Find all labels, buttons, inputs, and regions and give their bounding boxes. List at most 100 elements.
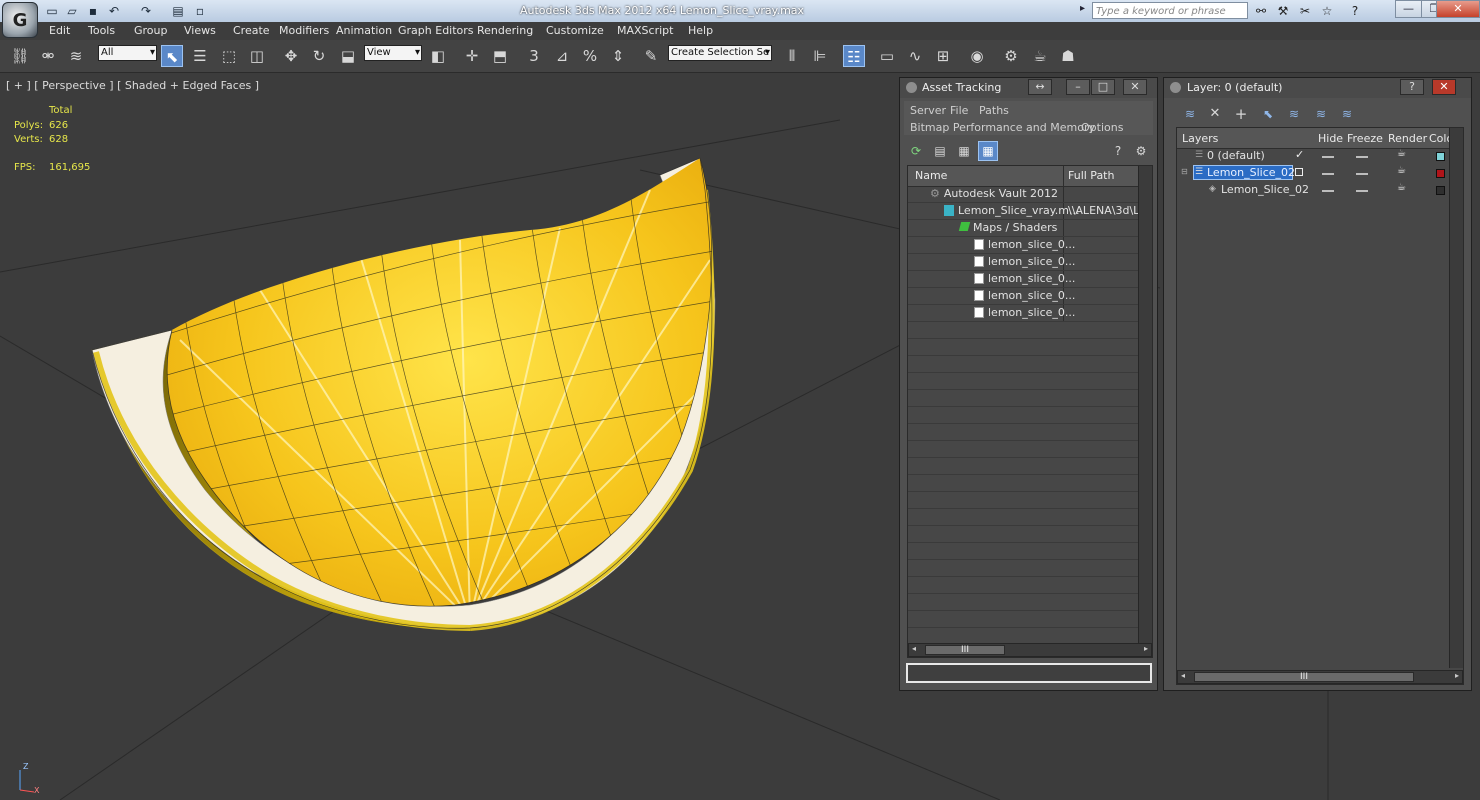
window-layout-icon[interactable]: ▫ [192,3,208,19]
render-setup-icon[interactable]: ⚙ [1000,45,1022,67]
angle-snap-icon[interactable]: ⊿ [551,45,573,67]
asset-row-bitmap[interactable]: lemon_slice_0... [908,305,1138,322]
spinner-snap-icon[interactable]: ⇕ [607,45,629,67]
scale-icon[interactable]: ⬓ [337,45,359,67]
minimize-button[interactable]: — [1395,0,1422,18]
layer-color-swatch[interactable] [1436,186,1445,195]
save-icon[interactable]: ▪ [85,3,101,19]
align-icon[interactable]: ⊫ [809,45,831,67]
scroll-left-icon[interactable]: ◂ [912,644,916,653]
menu-maxscript[interactable]: MAXScript [617,24,673,37]
expand-search-icon[interactable]: ▸ [1080,3,1090,19]
asset-menu-file[interactable]: File [950,104,968,117]
hide-toggle[interactable] [1322,190,1334,192]
binoculars-icon[interactable]: ⚯ [1252,3,1270,19]
hide-all-layers-icon[interactable]: ≋ [1311,104,1331,124]
redo-icon[interactable]: ↷ [138,3,154,19]
open-file-icon[interactable]: ▱ [64,3,80,19]
menu-modifiers[interactable]: Modifiers [279,24,329,37]
select-object-icon[interactable]: ⬉ [161,45,183,67]
asset-row-vault[interactable]: ⚙ Autodesk Vault 2012 [908,186,1138,203]
highlight-selected-icon[interactable]: ≋ [1284,104,1304,124]
menu-views[interactable]: Views [184,24,216,37]
asset-hscroll[interactable]: III ◂ ▸ [908,643,1152,657]
reference-coordinate-dropdown[interactable]: View [364,45,422,61]
project-folder-icon[interactable]: ▤ [170,3,186,19]
scroll-right-icon[interactable]: ▸ [1144,644,1148,653]
select-highlighted-icon[interactable]: ⬉ [1258,104,1278,124]
hide-toggle[interactable] [1322,173,1334,175]
rectangular-selection-icon[interactable]: ⬚ [218,45,240,67]
freeze-toggle[interactable] [1356,190,1368,192]
menu-help[interactable]: Help [688,24,713,37]
edit-named-selection-icon[interactable]: ✎ [640,45,662,67]
layer-row-default[interactable]: ☰ 0 (default) ✓ ☕ [1177,148,1449,165]
tools-icon[interactable]: ✂ [1296,3,1314,19]
rotate-icon[interactable]: ↻ [308,45,330,67]
render-teapot-icon[interactable]: ☕ [1397,165,1406,176]
asset-row-scene[interactable]: Lemon_Slice_vray.m...\\ALENA\3d\Lem [908,203,1138,220]
new-file-icon[interactable]: ▭ [44,3,60,19]
asset-row-bitmap[interactable]: lemon_slice_0... [908,237,1138,254]
col-render-header[interactable]: Render [1388,132,1427,145]
asset-row-bitmap[interactable]: lemon_slice_0... [908,254,1138,271]
render-teapot-icon[interactable]: ☕ [1397,182,1406,193]
asset-menu-server[interactable]: Server [910,104,946,117]
menu-edit[interactable]: Edit [49,24,70,37]
select-manipulate-icon[interactable]: ✛ [461,45,483,67]
layer-vscroll[interactable] [1449,128,1463,668]
menu-graph-editors[interactable]: Graph Editors [398,24,474,37]
unlink-icon[interactable]: ⚮ [37,45,59,67]
viewport-label[interactable]: [ + ] [ Perspective ] [ Shaded + Edged F… [6,79,259,92]
thumbnail-view-icon[interactable]: ▦ [954,141,974,161]
favorites-star-icon[interactable]: ☆ [1318,3,1336,19]
refresh-icon[interactable]: ⟳ [906,141,926,161]
asset-close-button[interactable]: ✕ [1123,79,1147,95]
close-button[interactable]: ✕ [1436,0,1480,18]
named-selection-dropdown[interactable]: Create Selection Se [668,45,772,61]
layer-manager-icon[interactable]: ☷ [843,45,865,67]
help-icon[interactable]: ? [1346,3,1364,19]
menu-tools[interactable]: Tools [88,24,115,37]
asset-maximize-button[interactable]: □ [1091,79,1115,95]
rendered-frame-window-icon[interactable]: ☕ [1029,45,1051,67]
layer-color-swatch[interactable] [1436,152,1445,161]
select-and-link-icon[interactable]: ⛓ [9,45,31,67]
layer-color-swatch[interactable] [1436,169,1445,178]
asset-settings-icon[interactable]: ⚙ [1131,141,1151,161]
list-view-icon[interactable]: ▤ [930,141,950,161]
menu-group[interactable]: Group [134,24,168,37]
col-hide-header[interactable]: Hide [1318,132,1343,145]
scroll-right-icon[interactable]: ▸ [1455,671,1459,680]
move-icon[interactable]: ✥ [280,45,302,67]
layer-hscroll-thumb[interactable]: III [1194,672,1414,682]
window-crossing-icon[interactable]: ◫ [246,45,268,67]
menu-animation[interactable]: Animation [336,24,392,37]
asset-menu-paths[interactable]: Paths [979,104,1009,117]
add-to-layer-icon[interactable]: + [1231,104,1251,124]
asset-help-icon[interactable]: ? [1108,141,1128,161]
asset-dock-icon[interactable]: ↔ [1028,79,1052,95]
snaps-toggle-icon[interactable]: 3 [523,45,545,67]
table-view-icon[interactable]: ▦ [978,141,998,161]
asset-hscroll-thumb[interactable]: III [925,645,1005,655]
col-fullpath-header[interactable]: Full Path [1068,169,1114,182]
menu-customize[interactable]: Customize [546,24,604,37]
pivot-center-icon[interactable]: ◧ [427,45,449,67]
hide-toggle[interactable] [1322,156,1334,158]
asset-minimize-button[interactable]: – [1066,79,1090,95]
asset-row-bitmap[interactable]: lemon_slice_0... [908,288,1138,305]
mirror-icon[interactable]: ⫴ [781,45,803,67]
asset-row-maps[interactable]: Maps / Shaders [908,220,1138,237]
asset-menu-bitmap-performance[interactable]: Bitmap Performance and Memory [910,121,1095,134]
freeze-toggle[interactable] [1356,156,1368,158]
wrench-icon[interactable]: ⚒ [1274,3,1292,19]
col-layers-header[interactable]: Layers [1182,132,1218,145]
menu-rendering[interactable]: Rendering [477,24,533,37]
select-by-name-icon[interactable]: ☰ [189,45,211,67]
search-input[interactable]: Type a keyword or phrase [1092,2,1248,19]
layer-help-button[interactable]: ? [1400,79,1424,95]
create-layer-icon[interactable]: ≋ [1180,104,1200,124]
asset-row-bitmap[interactable]: lemon_slice_0... [908,271,1138,288]
material-editor-icon[interactable]: ◉ [966,45,988,67]
